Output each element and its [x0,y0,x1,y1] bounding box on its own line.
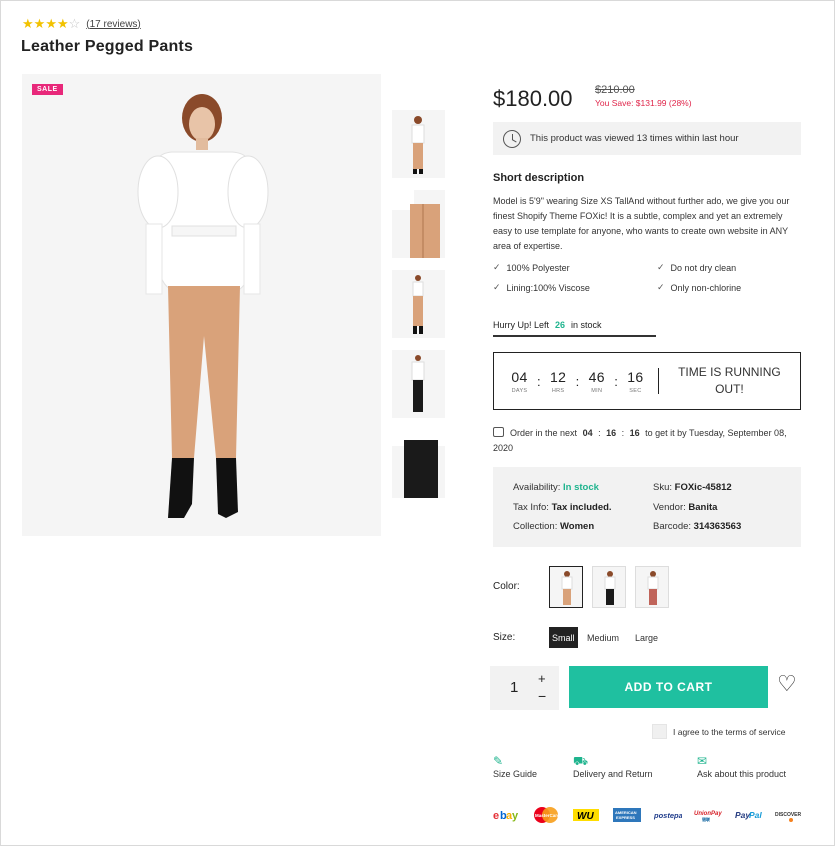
terms-checkbox[interactable] [652,724,667,739]
svg-text:Pal: Pal [749,810,762,820]
feature-item: ✓ Do not dry clean [657,262,737,273]
you-save-label: You Save: $131.99 (28%) [595,98,692,108]
sku-row: Sku: FOXic-45812 [653,482,732,493]
svg-text:y: y [512,810,519,822]
feature-item: ✓ Only non-chlorine [657,282,742,293]
sale-badge: SALE [32,84,63,95]
clock-icon [503,129,521,148]
check-icon: ✓ [493,282,501,292]
color-swatch-rust[interactable] [635,566,669,608]
star-empty-icon: ☆ [68,16,81,31]
old-price: $210.00 [595,84,635,96]
barcode-row: Barcode: 314363563 [653,521,742,532]
short-description-heading: Short description [493,172,585,184]
svg-text:e: e [493,810,499,822]
countdown-hours: 12 HRS [550,368,567,394]
svg-text:postepay: postepay [654,811,682,820]
color-swatch-camel[interactable] [549,566,583,608]
terms-agreement: I agree to the terms of service [652,724,785,739]
add-to-cart-button[interactable]: ADD TO CART [569,666,768,708]
quantity-plus-button[interactable]: + [538,671,546,686]
reviews-link[interactable]: (17 reviews) [86,19,140,30]
feature-item: ✓ 100% Polyester [493,262,570,273]
size-option-large[interactable]: Large [632,627,661,648]
stock-progress-bar [493,335,656,337]
thumbnail-1[interactable] [392,110,445,178]
viewed-notice: This product was viewed 13 times within … [493,122,801,155]
vendor-row: Vendor: Banita [653,502,718,513]
check-icon: ✓ [657,262,665,272]
star-icon: ★ [33,16,46,31]
model-illustration [137,94,269,518]
countdown-message: TIME IS RUNNING OUT! [678,365,781,396]
quantity-minus-button[interactable]: − [538,688,546,704]
star-icon: ★ [56,16,69,31]
unionpay-icon: UnionPay 银联 [694,806,722,824]
thumbnail-2[interactable] [392,190,445,258]
tax-row: Tax Info: Tax included. [513,502,612,513]
calendar-icon [493,427,504,437]
western-union-icon: WU [573,806,599,824]
product-info-box: Availability: In stock Sku: FOXic-45812 … [493,467,801,547]
check-icon: ✓ [657,282,665,292]
quantity-input[interactable]: 1 [510,679,518,696]
stock-notice: Hurry Up! Left 26 in stock [493,320,602,330]
check-icon: ✓ [493,262,501,272]
paypal-icon: Pay Pal [735,806,763,824]
current-price: $180.00 [493,86,573,111]
countdown-minutes: 46 MIN [588,368,605,394]
ask-about-product-link[interactable]: ✉ Ask about this product [697,754,786,779]
mastercard-icon: MasterCard [532,806,560,824]
envelope-icon: ✉ [697,754,708,768]
svg-text:DISCOVER: DISCOVER [775,812,802,818]
svg-text:WU: WU [577,811,594,822]
terms-label: I agree to the terms of service [673,726,786,737]
countdown-timer: 04 DAYS : 12 HRS : 46 MIN : 16 SEC TIME … [493,352,801,410]
discover-icon: DISCOVER [775,806,803,824]
quantity-stepper: 1 + − [490,666,559,710]
color-swatch-black[interactable] [592,566,626,608]
american-express-icon: AMERICAN EXPRESS [613,806,641,824]
thumbnail-4[interactable] [392,350,445,418]
delivery-estimate: Order in the next 04 : 16 : 16 to get it… [493,427,787,453]
main-product-image[interactable]: SALE [22,74,381,536]
feature-item: ✓ Lining:100% Viscose [493,282,590,293]
svg-text:MasterCard: MasterCard [535,813,560,818]
size-guide-link[interactable]: ✎ Size Guide [493,754,537,779]
viewed-text: This product was viewed 13 times within … [530,133,739,144]
product-title: Leather Pegged Pants [21,38,194,55]
svg-text:银联: 银联 [702,816,710,822]
color-label: Color: [493,581,520,592]
availability-row: Availability: In stock [513,482,599,493]
wishlist-heart-icon[interactable]: ♡ [777,673,797,695]
delivery-return-link[interactable]: ⛟ Delivery and Return [573,754,653,779]
size-option-small[interactable]: Small [549,627,578,648]
ruler-icon: ✎ [493,754,504,768]
product-rating: ★★★★☆ (17 reviews) [22,16,141,32]
thumbnail-list [392,110,445,510]
star-icon: ★ [45,16,57,31]
thumbnail-3[interactable] [392,270,445,338]
rating-stars: ★★★★☆ [22,16,80,32]
short-description-text: Model is 5'9" wearing Size XS TallAnd wi… [493,196,790,251]
thumbnail-5[interactable] [392,430,445,498]
stock-count: 26 [555,320,566,330]
collection-row: Collection: Women [513,521,595,532]
svg-text:EXPRESS: EXPRESS [616,815,635,820]
countdown-days: 04 DAYS [511,368,528,394]
size-option-medium[interactable]: Medium [584,627,622,648]
ebay-icon: ebay [493,806,520,824]
truck-icon: ⛟ [573,754,589,768]
size-label: Size: [493,632,516,643]
postepay-icon: postepay [654,806,682,824]
star-icon: ★ [22,16,34,31]
countdown-seconds: 16 SEC [627,368,644,394]
